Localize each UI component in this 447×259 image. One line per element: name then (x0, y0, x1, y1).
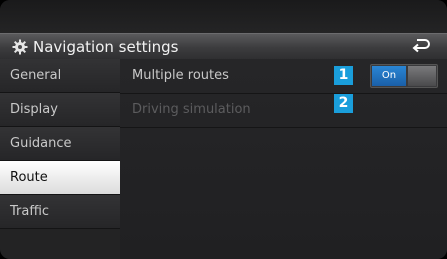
setting-row-driving-simulation[interactable]: Driving simulation 2 (120, 93, 447, 128)
sidebar-item-label: Display (10, 102, 58, 117)
toggle-knob (408, 66, 436, 86)
setting-label: Driving simulation (132, 102, 251, 117)
sidebar-item-guidance[interactable]: Guidance (0, 127, 120, 161)
sidebar-item-traffic[interactable]: Traffic (0, 195, 120, 229)
setting-row-multiple-routes[interactable]: Multiple routes 1 On (120, 59, 447, 94)
page-title: Navigation settings (33, 38, 179, 56)
sidebar-item-label: General (10, 68, 62, 83)
callout-badge: 2 (334, 94, 353, 113)
sidebar-item-route[interactable]: Route (0, 161, 120, 195)
sidebar-item-label: Guidance (10, 136, 72, 151)
back-arrow-icon (411, 37, 431, 57)
status-bar (0, 0, 447, 33)
title-bar: Navigation settings (0, 33, 447, 59)
sidebar-item-display[interactable]: Display (0, 93, 120, 127)
gear-icon (12, 39, 28, 55)
sidebar-item-label: Traffic (10, 204, 50, 219)
sidebar-item-label: Route (10, 170, 48, 185)
back-button[interactable] (409, 37, 433, 57)
toggle-state-label: On (372, 66, 406, 86)
navigation-settings-screen: Navigation settings General Display Guid… (0, 0, 447, 259)
callout-badge: 1 (334, 66, 353, 85)
sidebar-item-general[interactable]: General (0, 59, 120, 93)
sidebar: General Display Guidance Route Traffic (0, 59, 120, 259)
settings-panel: Multiple routes 1 On Driving simulation … (120, 59, 447, 259)
setting-label: Multiple routes (132, 68, 229, 83)
multiple-routes-toggle[interactable]: On (370, 64, 438, 88)
